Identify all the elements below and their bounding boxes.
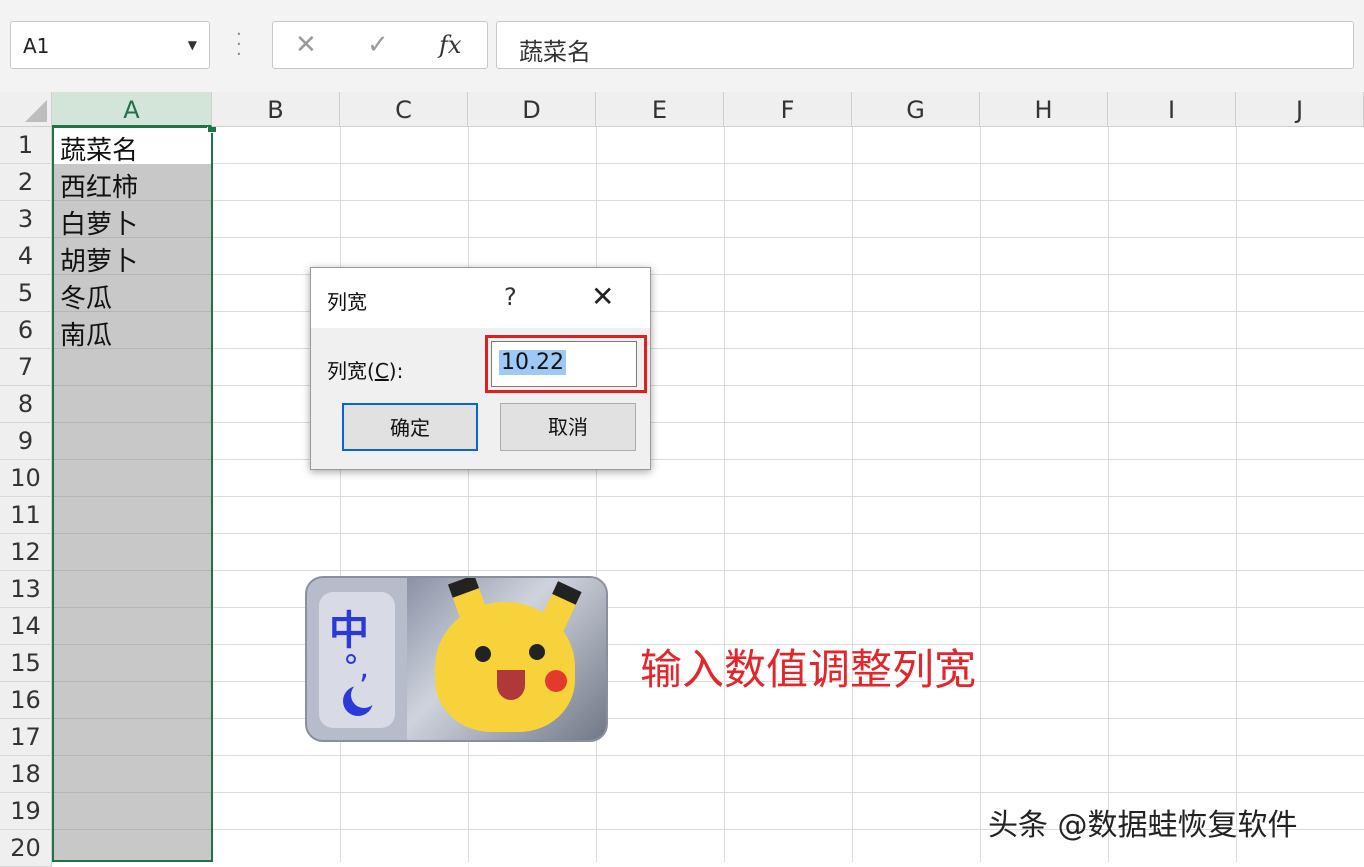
row-header-18[interactable]: 18 <box>0 756 52 793</box>
row-header-10[interactable]: 10 <box>0 460 52 497</box>
cell-a2-text: 西红柿 <box>60 173 139 203</box>
pikachu-image <box>435 602 575 732</box>
cell-grid[interactable] <box>52 127 1364 862</box>
column-width-dialog: 列宽 ? ✕ 列宽(C): 10.22 确定 取消 <box>310 267 651 470</box>
annotation-text: 输入数值调整列宽 <box>640 645 977 694</box>
row-header-15[interactable]: 15 <box>0 645 52 682</box>
formula-bar: A1 ▼ · · · ✕ ✓ fx 蔬菜名 <box>0 0 1364 93</box>
row-header-7[interactable]: 7 <box>0 349 52 386</box>
column-header-a[interactable]: A <box>52 92 212 127</box>
cell-a1-text: 蔬菜名 <box>60 136 139 166</box>
row-header-20[interactable]: 20 <box>0 830 52 867</box>
name-box-value: A1 <box>23 34 50 58</box>
formula-value: 蔬菜名 <box>519 38 591 66</box>
row-header-19[interactable]: 19 <box>0 793 52 830</box>
column-header-c[interactable]: C <box>340 92 468 127</box>
ok-button[interactable]: 确定 <box>342 403 478 451</box>
row-header-6[interactable]: 6 <box>0 312 52 349</box>
close-icon[interactable]: ✕ <box>591 280 614 313</box>
column-width-label: 列宽(C): <box>327 359 404 383</box>
row-header-17[interactable]: 17 <box>0 719 52 756</box>
help-icon[interactable]: ? <box>504 283 517 311</box>
column-header-g[interactable]: G <box>852 92 980 127</box>
column-header-e[interactable]: E <box>596 92 724 127</box>
name-box[interactable]: A1 ▼ <box>10 21 210 69</box>
chevron-down-icon[interactable]: ▼ <box>188 38 197 52</box>
column-header-b[interactable]: B <box>212 92 340 127</box>
row-header-16[interactable]: 16 <box>0 682 52 719</box>
column-header-j[interactable]: J <box>1236 92 1364 127</box>
select-all-corner[interactable] <box>0 92 52 127</box>
moon-icon <box>343 682 377 716</box>
confirm-entry-icon[interactable]: ✓ <box>367 30 389 60</box>
more-options-icon[interactable]: · · · <box>236 26 242 64</box>
row-header-1[interactable]: 1 <box>0 127 52 164</box>
row-header-4[interactable]: 4 <box>0 238 52 275</box>
row-header-3[interactable]: 3 <box>0 201 52 238</box>
row-header-14[interactable]: 14 <box>0 608 52 645</box>
column-header-h[interactable]: H <box>980 92 1108 127</box>
row-header-11[interactable]: 11 <box>0 497 52 534</box>
column-header-i[interactable]: I <box>1108 92 1236 127</box>
watermark: 头条 @数据蛙恢复软件 <box>988 808 1298 843</box>
cell-a3-text: 白萝卜 <box>60 210 139 240</box>
cancel-button[interactable]: 取消 <box>500 403 636 451</box>
row-header-13[interactable]: 13 <box>0 571 52 608</box>
formula-input[interactable]: 蔬菜名 <box>496 21 1354 69</box>
pikachu-sticker: 中 °, <box>305 576 608 742</box>
column-header-f[interactable]: F <box>724 92 852 127</box>
cancel-entry-icon[interactable]: ✕ <box>295 30 317 60</box>
insert-function-icon[interactable]: fx <box>439 31 461 59</box>
row-header-9[interactable]: 9 <box>0 423 52 460</box>
cell-a5-text: 冬瓜 <box>60 284 113 314</box>
row-header-12[interactable]: 12 <box>0 534 52 571</box>
formula-buttons: ✕ ✓ fx <box>272 21 488 69</box>
column-header-d[interactable]: D <box>468 92 596 127</box>
highlight-box <box>485 335 647 393</box>
ime-punct: °, <box>343 648 370 686</box>
row-header-8[interactable]: 8 <box>0 386 52 423</box>
row-header-5[interactable]: 5 <box>0 275 52 312</box>
cell-a4-text: 胡萝卜 <box>60 247 139 277</box>
row-header-2[interactable]: 2 <box>0 164 52 201</box>
cell-a6-text: 南瓜 <box>60 321 113 351</box>
dialog-title: 列宽 <box>327 290 367 314</box>
